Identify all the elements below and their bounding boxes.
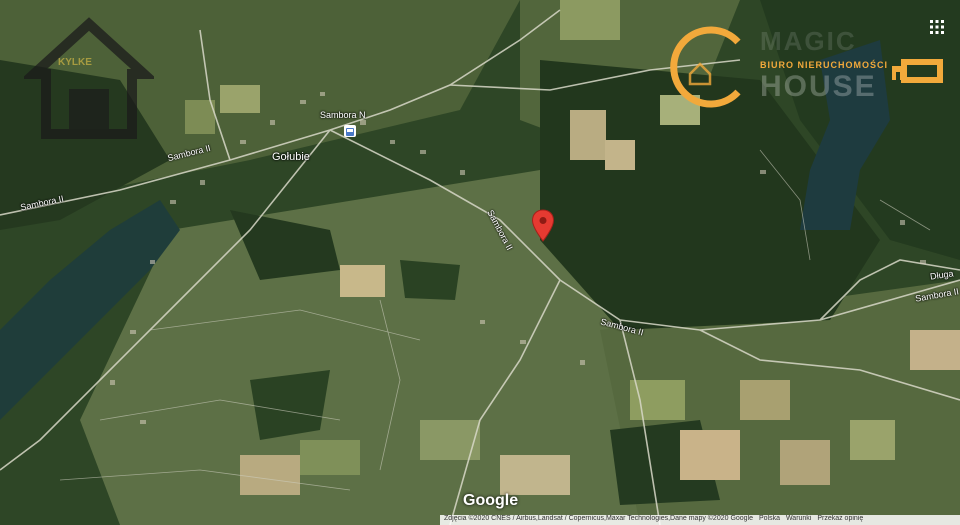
attribution-report-link[interactable]: Przekaż opinię [817, 515, 863, 522]
watermark-right-top: MAGIC [760, 26, 857, 56]
road-label-sambora-n: Sambora N [320, 110, 366, 120]
watermark-right-subtitle: BIURO NIERUCHOMOŚCI [760, 60, 889, 70]
attribution-country: Polska [758, 515, 780, 522]
watermark-left-text: KYLKE [58, 57, 92, 68]
attribution-terms-link[interactable]: Warunki [786, 515, 811, 522]
house-logo-icon [21, 17, 157, 139]
bus-stop-icon[interactable] [344, 125, 356, 137]
map-pin-icon[interactable] [531, 209, 555, 243]
satellite-map[interactable]: Sambora N Gołubie Sambora II Sambora II … [0, 0, 960, 525]
google-logo: Google [463, 492, 519, 509]
watermark-logo-right: MAGIC BIURO NIERUCHOMOŚCI HOUSE [660, 22, 950, 112]
watermark-logo-left [21, 14, 157, 144]
attribution-data: Zdjęcia ©2020 CNES / Airbus,Landsat / Co… [444, 515, 754, 522]
village-label: Gołubie [272, 151, 310, 163]
attribution-bar: Zdjęcia ©2020 CNES / Airbus,Landsat / Co… [440, 515, 960, 525]
watermark-right-title: HOUSE [760, 70, 877, 103]
